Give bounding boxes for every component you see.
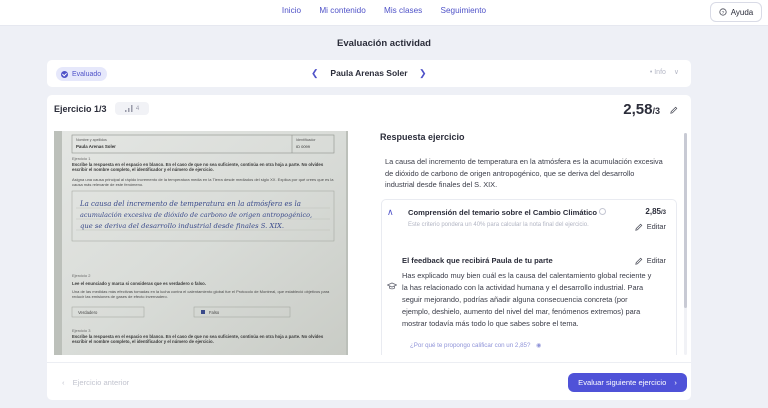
- criterion-score-max: /3: [660, 210, 666, 216]
- graduation-cap-icon: [387, 282, 397, 290]
- criterion-score: 2,85/3: [645, 207, 666, 216]
- student-answer-scan[interactable]: Nombre y apellidos Paula Arenas Soler Id…: [54, 131, 348, 355]
- criterion-score-value: 2,85: [645, 207, 661, 216]
- nav-link-mis-clases[interactable]: Mis clases: [384, 6, 422, 15]
- footer-divider: [47, 362, 691, 363]
- edit-feedback-label: Editar: [646, 256, 666, 265]
- scan-instruction-1: Escribe la respuesta en el espacio en bl…: [72, 162, 324, 173]
- page-title: Evaluación actividad: [337, 38, 431, 49]
- scan-handwriting-line-2: acumulación excesiva de dióxido de carbo…: [80, 211, 312, 219]
- difficulty-value: 4: [135, 105, 140, 112]
- scan-id-value: ID 0099: [296, 144, 311, 149]
- pencil-icon: [634, 223, 642, 231]
- exercise-title: Ejercicio 1/3: [54, 104, 107, 114]
- signal-bars-icon: [124, 105, 133, 112]
- exercise-score-value: 2,58: [623, 101, 653, 118]
- difficulty-indicator: 4: [115, 102, 149, 115]
- previous-exercise-label: Ejercicio anterior: [72, 378, 130, 387]
- info-circle-icon[interactable]: [599, 208, 606, 215]
- svg-text:?: ?: [721, 10, 724, 16]
- response-scrollbar-thumb[interactable]: [684, 133, 687, 308]
- eye-icon: ◉: [536, 342, 542, 349]
- criterion-weight-note: Este criterio pondera un 40% para calcul…: [408, 222, 589, 228]
- chevron-right-icon: ›: [674, 378, 677, 387]
- feedback-title: El feedback que recibirá Paula de tu par…: [402, 256, 553, 265]
- scan-true-option: Verdadero: [78, 310, 98, 315]
- why-score-link[interactable]: ¿Por qué te propongo calificar con un 2,…: [410, 342, 542, 349]
- info-icon: •: [649, 69, 653, 76]
- criterion-name: Comprensión del temario sobre el Cambio …: [408, 208, 598, 217]
- student-bar: Evaluado ❮ Paula Arenas Soler ❯ • Info ∨: [47, 60, 691, 87]
- edit-criterion-button[interactable]: Editar: [634, 222, 666, 231]
- scan-instruction-3: Escribe la respuesta en el espacio en bl…: [72, 334, 324, 345]
- help-label: Ayuda: [730, 7, 754, 17]
- info-toggle[interactable]: • Info ∨: [650, 68, 679, 76]
- student-name: Paula Arenas Soler: [330, 68, 408, 78]
- scan-instruction-2: Lee el enunciado y marca si consideras q…: [72, 281, 206, 286]
- next-student-chevron-icon[interactable]: ❯: [419, 68, 427, 79]
- edit-feedback-button[interactable]: Editar: [634, 256, 666, 265]
- exercise-score: 2,58/3: [623, 101, 660, 118]
- collapse-chevron-up-icon[interactable]: ∧: [387, 207, 394, 218]
- scan-handwriting-line-3: que se deriva del desarrollo industrial …: [80, 222, 284, 230]
- exercise-score-max: /3: [652, 106, 660, 116]
- edit-criterion-label: Editar: [646, 222, 666, 231]
- scan-name-label: Nombre y apellidos: [76, 138, 107, 142]
- nav-link-seguimiento[interactable]: Seguimiento: [441, 6, 487, 15]
- help-icon: ?: [719, 8, 727, 16]
- scan-section-2: Ejercicio 2: [72, 273, 91, 278]
- chevron-left-icon: ‹: [62, 378, 65, 387]
- pencil-icon: [634, 257, 642, 265]
- scan-question-2: Una de las medidas más efectivas tomadas…: [72, 289, 330, 300]
- scan-section-3: Ejercicio 3: [72, 328, 91, 333]
- scan-name-value: Paula Arenas Soler: [76, 144, 116, 149]
- scan-false-option: Falso: [209, 310, 220, 315]
- previous-exercise-button[interactable]: ‹ Ejercicio anterior: [62, 378, 129, 387]
- scan-image: Nombre y apellidos Paula Arenas Soler Id…: [54, 131, 348, 355]
- exercise-card: Ejercicio 1/3 4 2,58/3 Nombre y apellido…: [47, 95, 691, 400]
- response-title: Respuesta ejercicio: [380, 132, 465, 142]
- help-button[interactable]: ? Ayuda: [710, 2, 762, 22]
- criterion-panel: ∧ Comprensión del temario sobre el Cambi…: [381, 199, 677, 355]
- nav-links: Inicio Mi contenido Mis clases Seguimien…: [0, 6, 768, 15]
- next-exercise-button[interactable]: Evaluar siguiente ejercicio ›: [568, 373, 687, 392]
- nav-link-mi-contenido[interactable]: Mi contenido: [319, 6, 365, 15]
- top-navigation: Inicio Mi contenido Mis clases Seguimien…: [0, 0, 768, 26]
- response-text: La causa del incremento de temperatura e…: [385, 157, 663, 189]
- scan-section-1: Ejercicio 1: [72, 156, 91, 161]
- chevron-down-icon: ∨: [673, 69, 679, 76]
- next-exercise-label: Evaluar siguiente ejercicio: [578, 378, 667, 387]
- scan-handwriting-line-1: La causa del incremento de temperatura e…: [79, 200, 301, 208]
- feedback-text: Has explicado muy bien cuál es la causa …: [402, 271, 652, 328]
- info-label: Info: [654, 69, 666, 76]
- scan-id-label: Identificador: [296, 138, 316, 142]
- scan-question-1: Asigna una causa principal al rápido inc…: [72, 177, 334, 188]
- why-score-label: ¿Por qué te propongo calificar con un 2,…: [410, 342, 531, 349]
- nav-link-inicio[interactable]: Inicio: [282, 6, 301, 15]
- edit-score-pencil-icon[interactable]: [670, 106, 678, 114]
